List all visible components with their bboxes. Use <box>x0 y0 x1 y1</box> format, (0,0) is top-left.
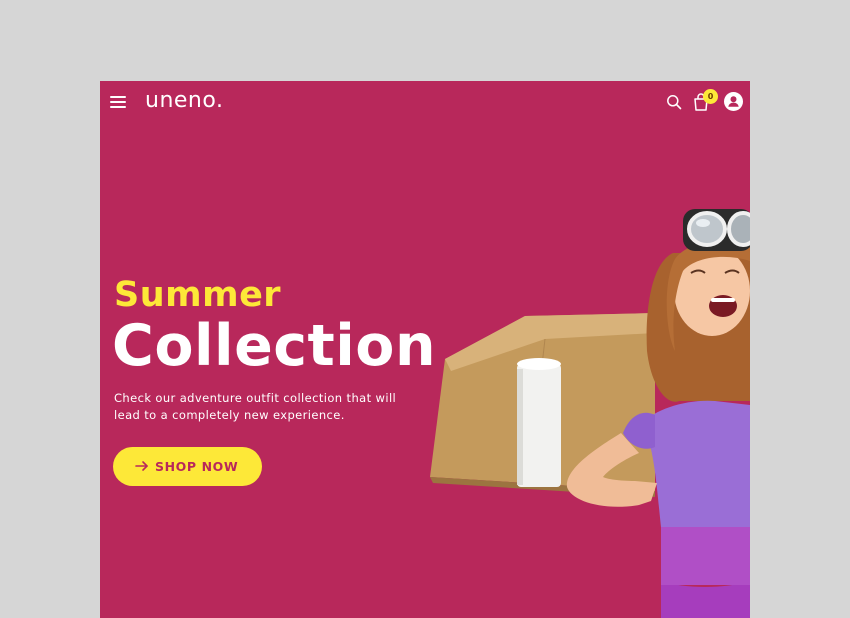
arrow-right-icon <box>135 458 149 474</box>
site-header: uneno. 0 <box>100 81 750 123</box>
hero-image-child-with-cardboard-wings <box>425 201 750 618</box>
search-icon[interactable] <box>666 94 682 110</box>
paper-roll <box>517 358 561 487</box>
hero-title-collection: Collection <box>112 313 437 379</box>
shop-now-label: SHOP NOW <box>155 459 239 474</box>
user-icon[interactable] <box>724 92 743 111</box>
hero-description: Check our adventure outfit collection th… <box>114 391 397 422</box>
cart-count-badge: 0 <box>703 89 718 104</box>
hero-title-summer: Summer <box>114 275 282 315</box>
site-logo[interactable]: uneno. <box>145 87 223 115</box>
shop-now-button[interactable]: SHOP NOW <box>113 447 262 486</box>
hero-frame: uneno. 0 Summer Collection Check our adv… <box>100 81 750 618</box>
hamburger-icon[interactable] <box>110 95 126 109</box>
